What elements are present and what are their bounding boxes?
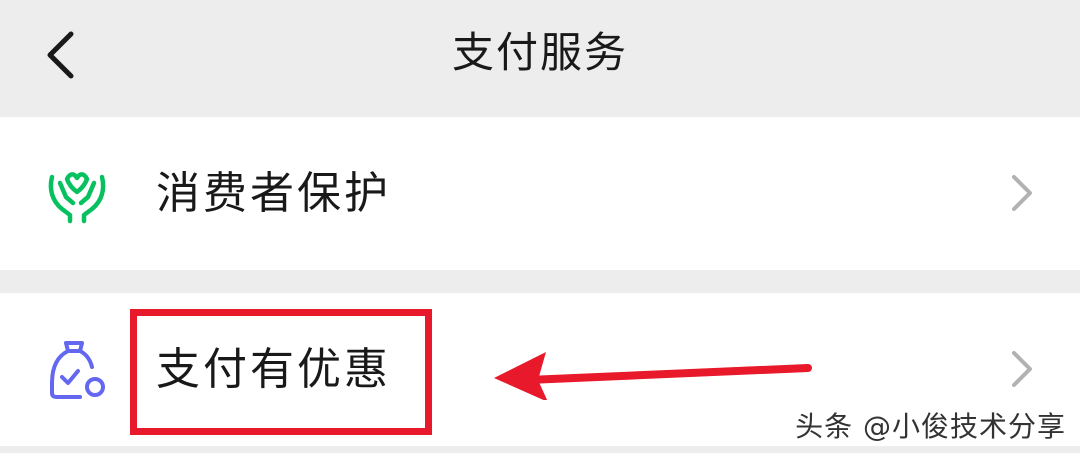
chevron-right-icon xyxy=(1012,175,1032,211)
annotation-arrow-icon xyxy=(494,352,812,400)
payment-services-page: 支付服务 消费者保护 支付有优惠 头条 @小俊技术分享 xyxy=(0,0,1080,453)
nav-header: 支付服务 xyxy=(0,0,1080,112)
menu-item-consumer-protection[interactable]: 消费者保护 xyxy=(0,117,1080,270)
chevron-right-icon xyxy=(1012,351,1032,387)
annotation-highlight-box xyxy=(130,309,432,435)
watermark: 头条 @小俊技术分享 xyxy=(795,410,1066,443)
discount-bag-icon xyxy=(44,337,110,403)
hands-shield-icon xyxy=(44,161,110,227)
menu-item-label: 消费者保护 xyxy=(156,168,391,219)
page-title: 支付服务 xyxy=(451,28,628,77)
